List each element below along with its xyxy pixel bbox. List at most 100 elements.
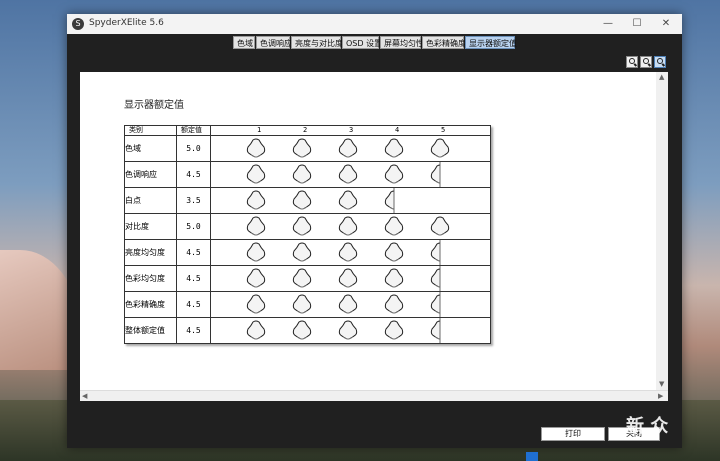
row-score: 5.0 (176, 213, 211, 240)
zoom-in-icon[interactable] (626, 56, 638, 68)
scale-tick-5: 5 (441, 126, 446, 134)
spider-icon (384, 320, 404, 340)
zoom-fit-icon[interactable] (654, 56, 666, 68)
spider-icon (246, 294, 266, 314)
print-button[interactable]: 打印 (541, 427, 605, 441)
taskbar-icon (526, 452, 538, 461)
spider-icon (338, 138, 358, 158)
close-button[interactable]: ✕ (652, 16, 680, 32)
tab-display-rating[interactable]: 显示器额定值 (465, 36, 517, 49)
row-category: 色调响应 (124, 161, 177, 188)
spider-icon (430, 216, 450, 236)
spider-icon (246, 268, 266, 288)
row-score: 4.5 (176, 291, 211, 318)
spider-icon (292, 138, 312, 158)
tab-tone-response[interactable]: 色调响应 (256, 36, 292, 49)
table-header-row: 类别 额定值 1 2 3 4 5 (124, 125, 491, 136)
table-row: 亮度均匀度 4.5 (124, 239, 491, 266)
scale-tick-2: 2 (303, 126, 308, 134)
app-window: S SpyderXElite 5.6 — ☐ ✕ 色域 色调响应 亮度与对比度 … (67, 14, 682, 448)
spider-icon (246, 320, 266, 340)
spider-rating-icons (246, 318, 441, 343)
zoom-out-icon[interactable] (640, 56, 652, 68)
rating-icons (210, 213, 491, 240)
spider-icon (246, 242, 266, 262)
tab-brightness-contrast[interactable]: 亮度与对比度 (291, 36, 343, 49)
spider-rating-icons (246, 266, 441, 291)
title-bar: S SpyderXElite 5.6 — ☐ ✕ (67, 14, 682, 34)
spider-rating-icons (246, 292, 441, 317)
row-category: 亮度均匀度 (124, 239, 177, 266)
rating-icons (210, 291, 491, 318)
row-score: 4.5 (176, 265, 211, 292)
spider-icon (292, 268, 312, 288)
spider-icon (338, 164, 358, 184)
spider-icon (246, 138, 266, 158)
rating-table: 类别 额定值 1 2 3 4 5 色域 5.0 色调响应 4.5 白点 3.5 … (124, 125, 491, 344)
spider-icon (292, 320, 312, 340)
spider-icon (292, 190, 312, 210)
row-category: 对比度 (124, 213, 177, 240)
rating-icons (210, 265, 491, 292)
spider-rating-icons (246, 162, 441, 187)
report-title: 显示器额定值 (124, 100, 184, 111)
row-score: 4.5 (176, 317, 211, 344)
row-category: 色域 (124, 135, 177, 162)
col-score-header: 额定值 (176, 125, 211, 136)
spider-icon (338, 320, 358, 340)
rating-icons (210, 161, 491, 188)
table-row: 对比度 5.0 (124, 213, 491, 240)
scroll-right-icon[interactable]: ▶ (658, 392, 663, 400)
table-row: 色彩均匀度 4.5 (124, 265, 491, 292)
horizontal-scrollbar[interactable]: ◀ ▶ (80, 390, 668, 401)
spider-icon (338, 242, 358, 262)
spider-icon (430, 138, 450, 158)
scroll-up-icon[interactable]: ▲ (659, 73, 664, 81)
minimize-button[interactable]: — (594, 16, 622, 32)
vertical-scrollbar[interactable]: ▲ ▼ (656, 72, 668, 390)
spider-icon (338, 216, 358, 236)
spider-icon (384, 138, 404, 158)
scale-tick-4: 4 (395, 126, 400, 134)
scale-tick-1: 1 (257, 126, 262, 134)
spider-icon (246, 164, 266, 184)
spider-rating-icons (246, 138, 450, 158)
spider-rating-icons (246, 188, 395, 213)
row-score: 4.5 (176, 161, 211, 188)
spider-icon (384, 294, 404, 314)
table-row: 整体额定值 4.5 (124, 317, 491, 344)
spider-icon (384, 216, 404, 236)
scroll-left-icon[interactable]: ◀ (82, 392, 87, 400)
maximize-button[interactable]: ☐ (623, 16, 651, 32)
report-page: 显示器额定值 类别 额定值 1 2 3 4 5 色域 5.0 色调响应 4.5 … (80, 72, 656, 390)
table-row: 白点 3.5 (124, 187, 491, 214)
row-score: 5.0 (176, 135, 211, 162)
tab-screen-uniformity[interactable]: 屏幕均匀性 (380, 36, 424, 49)
spider-icon (292, 164, 312, 184)
rating-icons (210, 187, 491, 214)
tab-gamut[interactable]: 色域 (233, 36, 255, 49)
spider-icon (384, 242, 404, 262)
spider-icon (338, 190, 358, 210)
tab-color-accuracy[interactable]: 色彩精确度 (422, 36, 466, 49)
watermark-logo: 新 众 (626, 416, 669, 437)
scale-tick-3: 3 (349, 126, 354, 134)
spider-icon (292, 242, 312, 262)
rating-icons (210, 239, 491, 266)
row-score: 3.5 (176, 187, 211, 214)
spider-icon (384, 268, 404, 288)
table-row: 色域 5.0 (124, 135, 491, 162)
tab-osd-settings[interactable]: OSD 设置 (342, 36, 382, 49)
rating-icons (210, 317, 491, 344)
rating-icons (210, 135, 491, 162)
spider-icon (292, 294, 312, 314)
spider-rating-icons (246, 216, 450, 236)
spider-icon (338, 294, 358, 314)
scroll-down-icon[interactable]: ▼ (659, 380, 664, 388)
spider-icon (246, 190, 266, 210)
row-category: 色彩精确度 (124, 291, 177, 318)
row-category: 白点 (124, 187, 177, 214)
row-category: 色彩均匀度 (124, 265, 177, 292)
table-row: 色调响应 4.5 (124, 161, 491, 188)
spider-icon (246, 216, 266, 236)
